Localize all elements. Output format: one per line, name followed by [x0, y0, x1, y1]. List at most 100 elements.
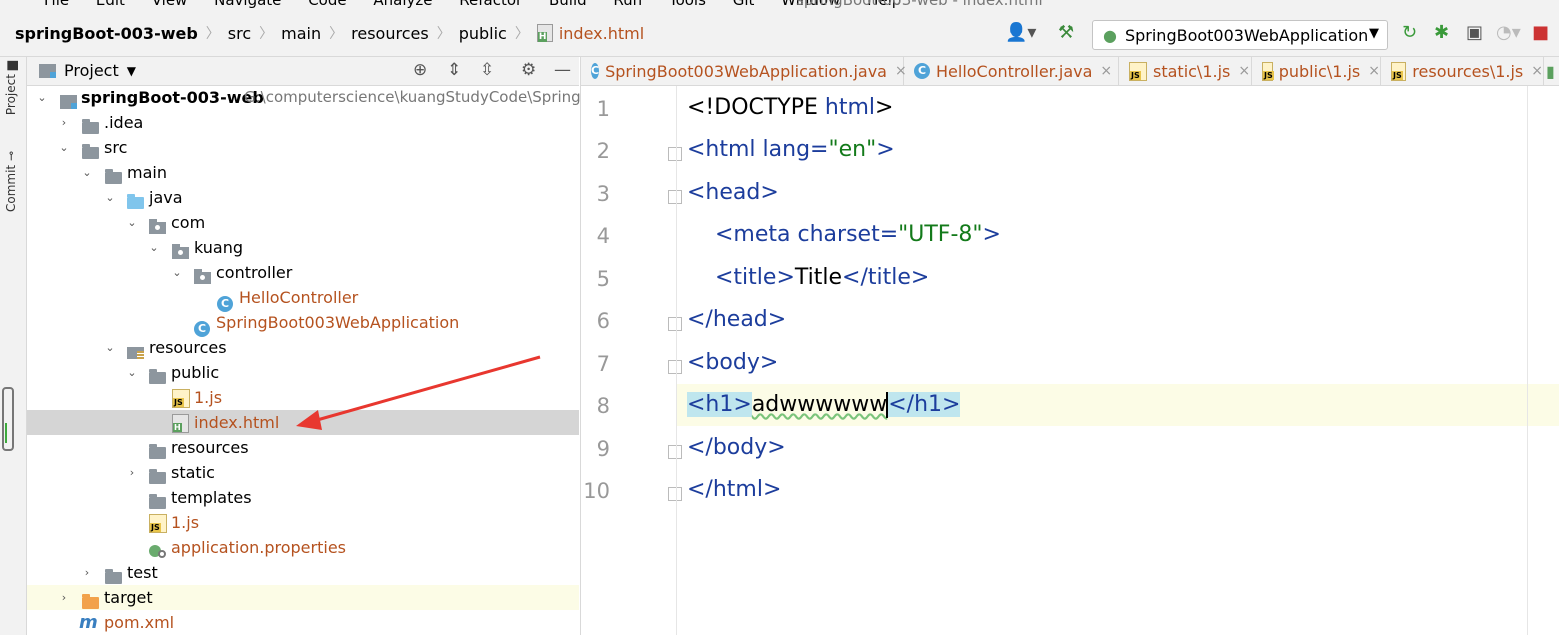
- chevron-right-icon[interactable]: ›: [81, 560, 93, 585]
- gear-icon[interactable]: ⚙: [521, 60, 536, 80]
- build-hammer-icon[interactable]: ⚒: [1058, 22, 1074, 43]
- tree-item-index-html[interactable]: index.html: [27, 410, 579, 435]
- close-icon[interactable]: ×: [1100, 63, 1112, 79]
- code-line-7: <body>: [687, 350, 779, 375]
- locate-icon[interactable]: ⊕: [413, 60, 427, 80]
- breadcrumb-project[interactable]: springBoot-003-web: [15, 24, 198, 43]
- rerun-icon[interactable]: ↻: [1402, 22, 1417, 43]
- user-icon[interactable]: 👤▾: [1005, 22, 1036, 43]
- chevron-down-icon[interactable]: ⌄: [104, 185, 116, 210]
- tree-item-application-properties[interactable]: application.properties: [27, 535, 579, 560]
- chevron-down-icon[interactable]: ⌄: [81, 160, 93, 185]
- chevron-down-icon[interactable]: ⌄: [58, 135, 70, 160]
- chevron-down-icon[interactable]: ⌄: [148, 235, 160, 260]
- tab-application-java[interactable]: C SpringBoot003WebApplication.java ×: [581, 57, 907, 85]
- navigation-toolbar: springBoot-003-web 〉 src 〉 main 〉 resour…: [0, 10, 1559, 57]
- chevron-down-icon[interactable]: ⌄: [104, 335, 116, 360]
- menu-build[interactable]: Build: [549, 0, 587, 9]
- menu-view[interactable]: View: [152, 0, 188, 9]
- menu-navigate[interactable]: Navigate: [214, 0, 281, 9]
- line-number: 8: [596, 394, 610, 418]
- project-view-select[interactable]: Project ▼: [39, 61, 136, 80]
- run-configuration-select[interactable]: ● SpringBoot003WebApplication ▼: [1092, 20, 1388, 50]
- chevron-right-icon[interactable]: ›: [126, 460, 138, 485]
- line-number: 2: [596, 139, 610, 163]
- chevron-down-icon[interactable]: ⌄: [171, 260, 183, 285]
- breadcrumb-main[interactable]: main: [281, 24, 321, 43]
- line-number: 7: [596, 352, 610, 376]
- tree-item-resources[interactable]: ⌄ resources: [27, 335, 579, 360]
- folder-icon: [149, 494, 166, 509]
- tab-index-html[interactable]: ▮: [1544, 57, 1559, 85]
- code-line-10: </html>: [687, 477, 782, 502]
- expand-all-icon[interactable]: ⇕: [447, 60, 461, 80]
- menu-file[interactable]: File: [44, 0, 69, 9]
- chevron-right-icon[interactable]: ›: [58, 110, 70, 135]
- folder-icon: [149, 469, 166, 484]
- profiler-icon[interactable]: ◔▾: [1496, 22, 1521, 43]
- js-file-icon: [172, 389, 190, 408]
- menu-tools[interactable]: Tools: [669, 0, 706, 9]
- tree-item-root[interactable]: ⌄ springBoot-003-web G:\computerscience\…: [27, 85, 591, 110]
- tree-item-public[interactable]: ⌄ public: [27, 360, 579, 385]
- project-path: G:\computerscience\kuangStudyCode\Spring…: [244, 88, 591, 106]
- chevron-right-icon: 〉: [205, 26, 220, 42]
- tab-static-1js[interactable]: static\1.js ×: [1119, 57, 1252, 85]
- tree-item-java[interactable]: ⌄ java: [27, 185, 579, 210]
- tree-item-com[interactable]: ⌄ com: [27, 210, 579, 235]
- menu-run[interactable]: Run: [613, 0, 642, 9]
- close-icon[interactable]: ×: [1368, 63, 1380, 79]
- line-number: 10: [583, 479, 610, 503]
- tree-item-idea[interactable]: › .idea: [27, 110, 579, 135]
- coverage-icon[interactable]: ▣: [1466, 22, 1483, 43]
- tab-resources-1js[interactable]: resources\1.js ×: [1381, 57, 1544, 85]
- tree-item-resources-1js[interactable]: 1.js: [27, 510, 579, 535]
- close-icon[interactable]: ×: [1238, 63, 1250, 79]
- minimize-icon[interactable]: —: [554, 60, 571, 80]
- tree-item-kuang[interactable]: ⌄ kuang: [27, 235, 579, 260]
- tree-item-application-class[interactable]: C SpringBoot003WebApplication: [27, 310, 579, 337]
- close-icon[interactable]: ×: [1531, 63, 1543, 79]
- menu-bar: File Edit View Navigate Code Analyze Ref…: [0, 0, 1559, 10]
- tab-hellocontroller-java[interactable]: C HelloController.java ×: [904, 57, 1119, 85]
- breadcrumb: springBoot-003-web 〉 src 〉 main 〉 resour…: [15, 23, 650, 43]
- breadcrumb-src[interactable]: src: [228, 24, 251, 43]
- tree-item-test[interactable]: › test: [27, 560, 579, 585]
- debug-bug-icon[interactable]: ✱: [1434, 22, 1449, 43]
- breadcrumb-file[interactable]: index.html: [559, 24, 644, 43]
- chevron-down-icon[interactable]: ⌄: [126, 360, 138, 385]
- scroll-indicator[interactable]: [2, 387, 14, 451]
- tree-item-target[interactable]: › target: [27, 585, 579, 610]
- menu-edit[interactable]: Edit: [96, 0, 125, 9]
- folder-icon: [105, 169, 122, 184]
- chevron-down-icon[interactable]: ⌄: [36, 85, 48, 110]
- code-editor[interactable]: <!DOCTYPE html> <html lang="en"> <head> …: [677, 86, 1559, 635]
- menu-code[interactable]: Code: [308, 0, 346, 9]
- breadcrumb-resources[interactable]: resources: [351, 24, 429, 43]
- tree-item-controller[interactable]: ⌄ controller: [27, 260, 579, 285]
- menu-refactor[interactable]: Refactor: [459, 0, 522, 9]
- tree-item-hellocontroller[interactable]: C HelloController: [27, 285, 579, 312]
- collapse-all-icon[interactable]: ⇳: [480, 60, 494, 80]
- package-icon: [172, 244, 189, 259]
- tree-item-static[interactable]: › static: [27, 460, 579, 485]
- project-tool-tab[interactable]: Project ▆: [4, 61, 18, 115]
- tree-item-main[interactable]: ⌄ main: [27, 160, 579, 185]
- commit-tool-tab[interactable]: Commit ⊸: [4, 151, 18, 212]
- stop-icon[interactable]: ■: [1532, 22, 1549, 43]
- chevron-right-icon[interactable]: ›: [58, 585, 70, 610]
- tab-public-1js[interactable]: public\1.js ×: [1252, 57, 1381, 85]
- tree-item-pom[interactable]: m pom.xml: [27, 610, 579, 635]
- tree-item-src[interactable]: ⌄ src: [27, 135, 579, 160]
- breadcrumb-public[interactable]: public: [459, 24, 507, 43]
- tree-item-templates[interactable]: templates: [27, 485, 579, 510]
- line-number-gutter: 1 2 3 4 5 6 7 8 9 10: [581, 86, 682, 635]
- tree-item-resources-sub[interactable]: resources: [27, 435, 579, 460]
- menu-analyze[interactable]: Analyze: [373, 0, 432, 9]
- tree-item-public-1js[interactable]: 1.js: [27, 385, 579, 410]
- code-line-1: <!DOCTYPE html>: [687, 95, 894, 120]
- chevron-down-icon[interactable]: ⌄: [126, 210, 138, 235]
- folder-icon: [82, 144, 99, 159]
- menu-git[interactable]: Git: [733, 0, 755, 9]
- chevron-right-icon: 〉: [436, 26, 451, 42]
